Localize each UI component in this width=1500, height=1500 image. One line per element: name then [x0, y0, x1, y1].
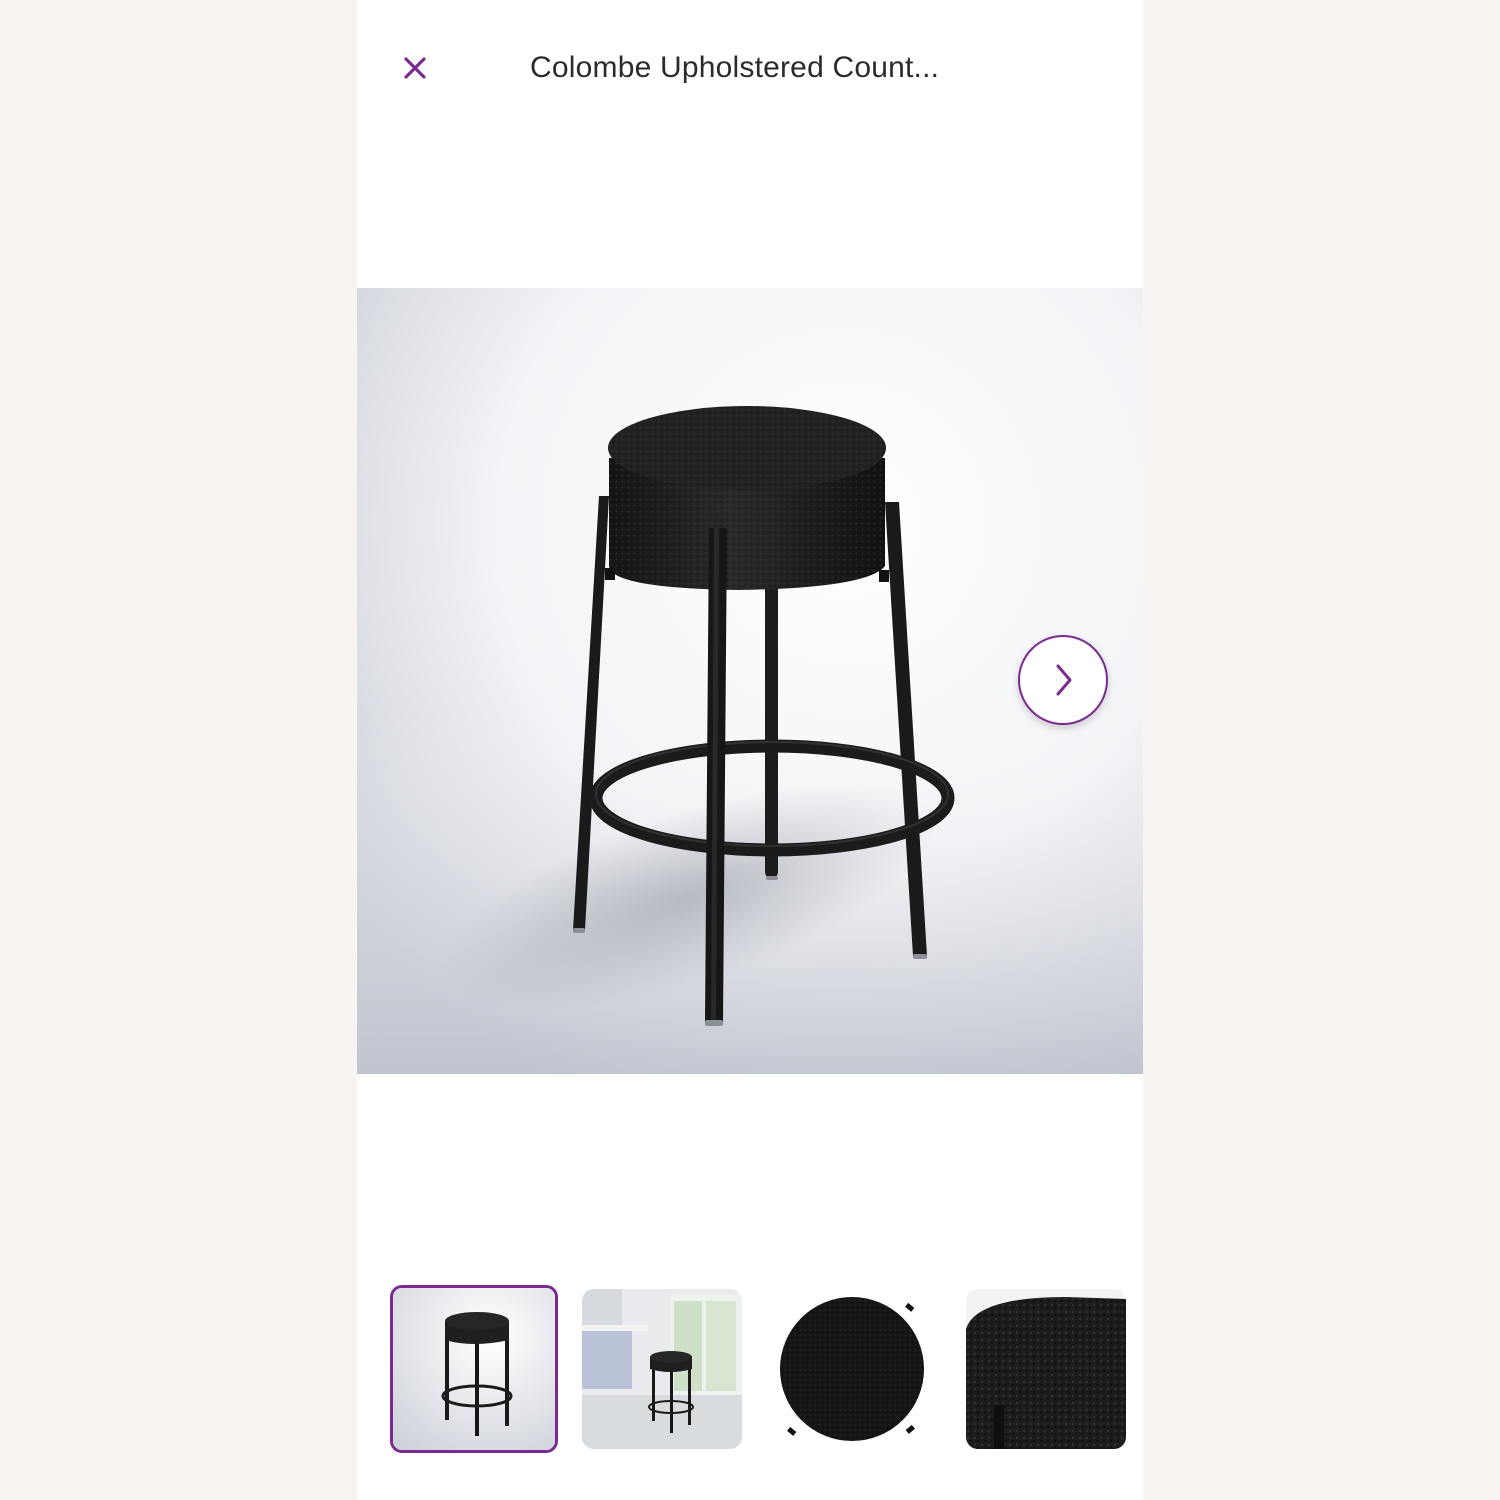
page-title: Colombe Upholstered Count... — [530, 51, 940, 84]
thumbnail-seat-top-view — [774, 1289, 934, 1449]
close-button[interactable] — [395, 48, 435, 88]
thumbnail-stool-room — [582, 1289, 742, 1449]
chevron-right-icon — [1056, 664, 1072, 696]
thumbnail-strip — [390, 1285, 1126, 1453]
thumbnail-stool-front — [393, 1288, 555, 1450]
close-icon — [404, 57, 426, 79]
thumbnail-1[interactable] — [390, 1285, 558, 1453]
thumbnail-3[interactable] — [774, 1289, 934, 1449]
viewer-header: Colombe Upholstered Count... — [357, 0, 1143, 140]
thumbnail-2[interactable] — [582, 1289, 742, 1449]
thumbnail-4[interactable] — [966, 1289, 1126, 1449]
product-image-viewer: Colombe Upholstered Count... — [357, 0, 1143, 1500]
next-image-button[interactable] — [1018, 635, 1108, 725]
thumbnail-seat-detail — [966, 1289, 1126, 1449]
